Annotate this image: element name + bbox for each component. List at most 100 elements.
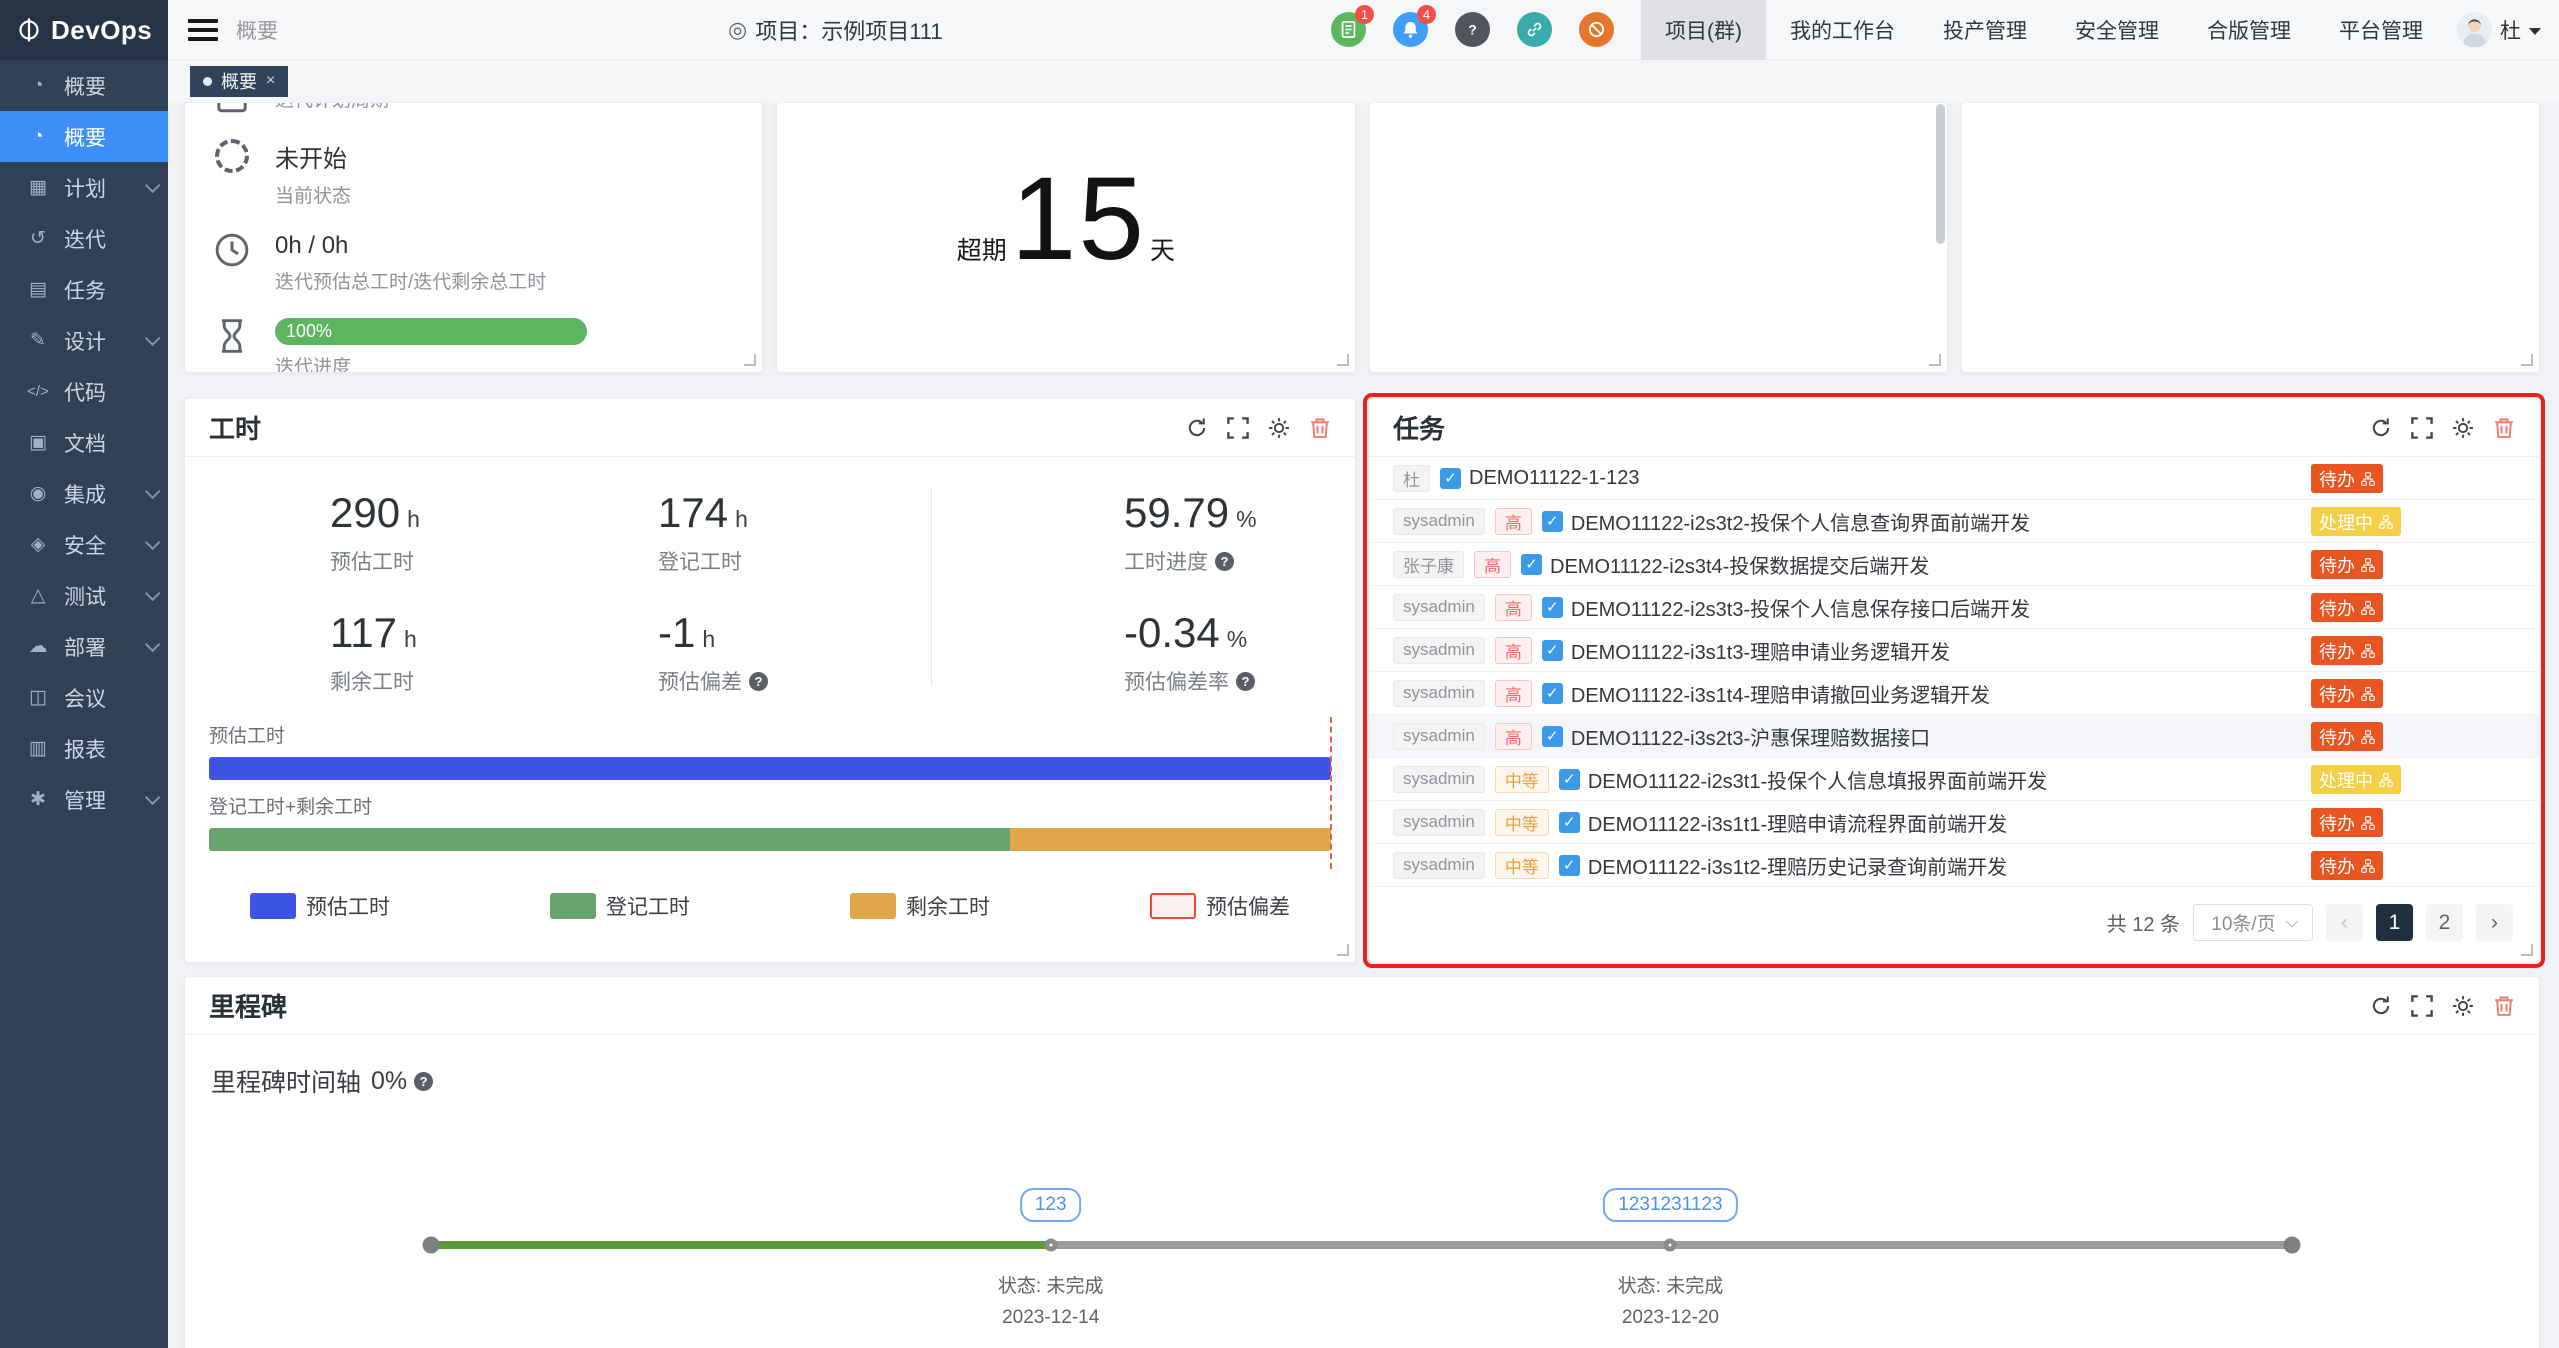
task-checkbox-icon[interactable]: ✓ [1559, 769, 1580, 790]
pagination-next-button[interactable]: › [2476, 904, 2513, 941]
user-menu[interactable]: 杜 [2447, 12, 2559, 47]
sidebar-item-管理[interactable]: ✱管理 [0, 774, 168, 825]
nav-item-安全管理[interactable]: 安全管理 [2051, 0, 2183, 60]
nav-item-项目(群)[interactable]: 项目(群) [1641, 0, 1766, 60]
pagination-total: 共 12 条 [2107, 908, 2180, 937]
bell-icon[interactable]: 4 [1393, 12, 1428, 47]
task-checkbox-icon[interactable]: ✓ [1542, 640, 1563, 661]
sidebar-item-代码[interactable]: </>代码 [0, 366, 168, 417]
sidebar-item-报表[interactable]: ▥ 报表 [0, 723, 168, 774]
report-icon: ▥ [22, 737, 54, 760]
task-title-link[interactable]: DEMO11122-i3s1t3-理赔申请业务逻辑开发 [1571, 636, 1950, 665]
assignee-tag: 杜 [1393, 465, 1430, 492]
task-title-link[interactable]: DEMO11122-i2s3t4-投保数据提交后端开发 [1550, 550, 1929, 579]
sidebar-item-安全[interactable]: ◈安全 [0, 519, 168, 570]
task-title-link[interactable]: DEMO11122-i2s3t3-投保个人信息保存接口后端开发 [1571, 593, 2030, 622]
sidebar-item-迭代[interactable]: ↺迭代 [0, 213, 168, 264]
task-checkbox-icon[interactable]: ✓ [1521, 554, 1542, 575]
refresh-icon[interactable] [2370, 417, 2392, 439]
nav-item-投产管理[interactable]: 投产管理 [1919, 0, 2051, 60]
status-badge: 待办 [2311, 636, 2383, 665]
tab-active-dot [203, 77, 212, 86]
task-checkbox-icon[interactable]: ✓ [1542, 511, 1563, 532]
priority-tag: 中等 [1495, 766, 1549, 793]
task-checkbox-icon[interactable]: ✓ [1440, 468, 1461, 489]
topbar-right: 14? 项目(群)我的工作台投产管理安全管理合版管理平台管理 杜 [1331, 0, 2559, 59]
fullscreen-icon[interactable] [2411, 417, 2433, 439]
task-checkbox-icon[interactable]: ✓ [1542, 683, 1563, 704]
pagination-prev-button[interactable]: ‹ [2326, 904, 2363, 941]
task-title-link[interactable]: DEMO11122-i3s1t2-理赔历史记录查询前端开发 [1588, 851, 2007, 880]
sidebar-item-集成[interactable]: ◉集成 [0, 468, 168, 519]
nav-item-合版管理[interactable]: 合版管理 [2183, 0, 2315, 60]
ban-icon[interactable] [1579, 12, 1614, 47]
bottom-cards-row: 里程碑 里程碑时间轴 0% ? 123状态: 未完成2023-12-141231… [184, 976, 2540, 1348]
priority-tag: 高 [1474, 551, 1511, 578]
refresh-icon[interactable] [2370, 995, 2392, 1017]
security-icon: ◈ [22, 533, 54, 556]
sidebar-item-部署[interactable]: ☁部署 [0, 621, 168, 672]
chevron-down-icon [145, 790, 161, 806]
trash-icon[interactable] [2493, 995, 2515, 1017]
task-checkbox-icon[interactable]: ✓ [1542, 597, 1563, 618]
sidebar-item-任务[interactable]: ▤任务 [0, 264, 168, 315]
gear-icon[interactable] [2452, 417, 2474, 439]
fullscreen-icon[interactable] [2411, 995, 2433, 1017]
scrollbar-thumb[interactable] [1936, 104, 1945, 244]
todo-doc-icon[interactable]: 1 [1331, 12, 1366, 47]
task-title-link[interactable]: DEMO11122-1-123 [1469, 467, 1639, 490]
fullscreen-icon[interactable] [1227, 417, 1249, 439]
help-icon[interactable]: ? [1455, 12, 1490, 47]
task-checkbox-icon[interactable]: ✓ [1559, 855, 1580, 876]
milestone-info: 状态: 未完成2023-12-14 [998, 1271, 1104, 1334]
sidebar-item-概要[interactable]: ◔概要 [0, 111, 168, 162]
task-row: 杜✓DEMO11122-1-123待办 [1369, 457, 2539, 500]
chevron-down-icon [145, 535, 161, 551]
trash-icon[interactable] [1309, 417, 1331, 439]
chevron-down-icon [145, 484, 161, 500]
hours-card-header: 工时 [185, 399, 1355, 457]
milestone-pill[interactable]: 1231231123 [1603, 1188, 1737, 1222]
tab-overview[interactable]: 概要 × [190, 66, 288, 97]
sidebar-item-设计[interactable]: ✎设计 [0, 315, 168, 366]
task-title-link[interactable]: DEMO11122-i3s2t3-沪惠保理赔数据接口 [1571, 722, 1930, 751]
task-title-link[interactable]: DEMO11122-i2s3t2-投保个人信息查询界面前端开发 [1571, 507, 2030, 536]
app-root: DevOps ◔概要◔概要▦计划↺迭代▤任务✎设计</>代码▣文档◉集成◈安全△… [0, 0, 2559, 1348]
project-selector[interactable]: ◎ 项目：示例项目111 [728, 14, 943, 46]
sidebar-item-文档[interactable]: ▣文档 [0, 417, 168, 468]
milestone-node[interactable] [1664, 1239, 1677, 1252]
pagination-page-1[interactable]: 1 [2376, 904, 2413, 941]
chevron-down-icon [145, 178, 161, 194]
milestone-pill[interactable]: 123 [1020, 1188, 1082, 1222]
hamburger-menu-icon[interactable] [188, 14, 218, 46]
gear-icon[interactable] [1268, 417, 1290, 439]
milestone-node[interactable] [1044, 1239, 1057, 1252]
gear-icon[interactable] [2452, 995, 2474, 1017]
iteration-status-row: 未开始 当前状态 [211, 139, 736, 208]
nav-item-我的工作台[interactable]: 我的工作台 [1766, 0, 1919, 60]
sidebar-item-测试[interactable]: △测试 [0, 570, 168, 621]
task-row: sysadmin高✓DEMO11122-i3s1t3-理赔申请业务逻辑开发待办 [1369, 629, 2539, 672]
task-checkbox-icon[interactable]: ✓ [1542, 726, 1563, 747]
sidebar-item-计划[interactable]: ▦计划 [0, 162, 168, 213]
task-title-link[interactable]: DEMO11122-i3s1t4-理赔申请撤回业务逻辑开发 [1571, 679, 1990, 708]
link-icon[interactable] [1517, 12, 1552, 47]
nav-item-平台管理[interactable]: 平台管理 [2315, 0, 2447, 60]
task-checkbox-icon[interactable]: ✓ [1559, 812, 1580, 833]
bar-segment-登记工时 [209, 828, 1010, 851]
trash-icon[interactable] [2493, 417, 2515, 439]
refresh-icon[interactable] [1186, 417, 1208, 439]
close-icon[interactable]: × [266, 72, 275, 90]
milestone-card-actions [2370, 995, 2515, 1017]
task-title-link[interactable]: DEMO11122-i2s3t1-投保个人信息填报界面前端开发 [1588, 765, 2047, 794]
milestone-timeline-label-row: 里程碑时间轴 0% ? [185, 1035, 2539, 1099]
sidebar-item-概要[interactable]: ◔概要 [0, 60, 168, 111]
stat-剩余工时: 117h剩余工时 [330, 609, 417, 696]
page-size-select[interactable]: 10条/页 [2193, 904, 2313, 941]
sidebar-item-label: 报表 [64, 734, 106, 764]
task-list: 杜✓DEMO11122-1-123待办sysadmin高✓DEMO11122-i… [1369, 457, 2539, 887]
task-title-link[interactable]: DEMO11122-i3s1t1-理赔申请流程界面前端开发 [1588, 808, 2007, 837]
pagination-page-2[interactable]: 2 [2426, 904, 2463, 941]
sidebar-item-会议[interactable]: ◫会议 [0, 672, 168, 723]
legend-item-剩余工时: 剩余工时 [850, 891, 990, 921]
